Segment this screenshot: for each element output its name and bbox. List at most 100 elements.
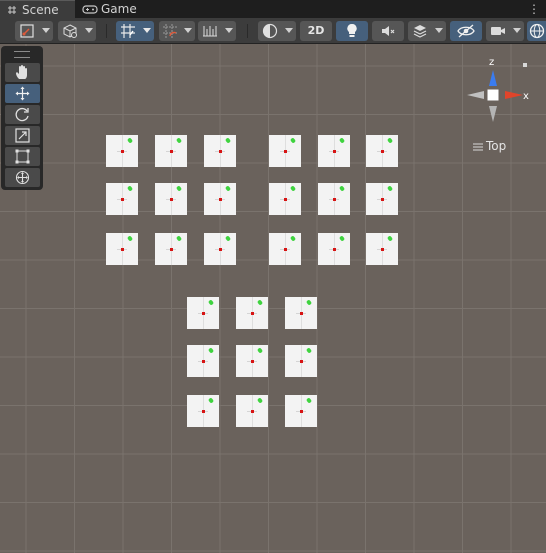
view-label[interactable]: Top	[486, 139, 506, 153]
sprite-object[interactable]	[285, 297, 317, 329]
move-tool-button[interactable]	[5, 84, 40, 103]
chevron-down-icon	[42, 28, 50, 33]
camera-button[interactable]	[486, 21, 524, 41]
sprite-green-marker	[207, 347, 215, 354]
sprite-object[interactable]	[318, 233, 350, 265]
sprite-pivot-marker	[381, 248, 384, 251]
sprite-object[interactable]	[187, 345, 219, 377]
neg-z-axis-cone[interactable]	[489, 106, 497, 122]
sprite-object[interactable]	[155, 183, 187, 215]
audio-icon	[382, 26, 395, 36]
sprite-green-marker	[386, 235, 394, 242]
center-cube[interactable]	[487, 89, 499, 101]
object-visibility-icon	[63, 24, 77, 38]
toolbar-separator	[247, 24, 248, 38]
sprite-green-marker	[126, 137, 134, 144]
chevron-down-icon	[285, 28, 293, 33]
sprite-object[interactable]	[106, 183, 138, 215]
ruler-button[interactable]	[198, 21, 236, 41]
scene-visibility-button[interactable]	[450, 21, 482, 41]
hash-icon	[8, 6, 16, 14]
sprite-object[interactable]	[269, 183, 301, 215]
scale-tool-button[interactable]	[5, 126, 40, 145]
sprite-green-marker	[289, 235, 297, 242]
x-axis-label: x	[523, 91, 529, 102]
sprite-object[interactable]	[106, 233, 138, 265]
sprite-object[interactable]	[155, 233, 187, 265]
sprite-object[interactable]	[204, 233, 236, 265]
grid-snap-button[interactable]	[116, 21, 154, 41]
sprite-object[interactable]	[204, 135, 236, 167]
sprite-green-marker	[224, 235, 232, 242]
sprite-object[interactable]	[187, 395, 219, 427]
gamepad-icon	[82, 5, 98, 14]
lighting-icon	[347, 23, 357, 37]
sprite-green-marker	[224, 185, 232, 192]
scene-gizmo-button[interactable]	[527, 21, 546, 41]
sprite-object[interactable]	[318, 183, 350, 215]
sprite-green-marker	[305, 299, 313, 306]
sprite-object[interactable]	[318, 135, 350, 167]
z-axis-label: z	[489, 57, 494, 68]
sprite-pivot-marker	[300, 312, 303, 315]
transform-icon	[15, 170, 30, 185]
rect-tool-button[interactable]	[5, 147, 40, 166]
audio-button[interactable]	[372, 21, 404, 41]
increment-snap-button[interactable]	[159, 21, 195, 41]
shading-mode-button[interactable]	[258, 21, 296, 41]
effects-button[interactable]	[408, 21, 446, 41]
camera-icon	[491, 27, 505, 35]
gizmo-transform-button[interactable]	[15, 21, 53, 41]
sprite-object[interactable]	[269, 233, 301, 265]
more-options-icon[interactable]: ⋮	[528, 1, 540, 17]
hand-tool-button[interactable]	[5, 63, 40, 82]
neg-x-axis-cone[interactable]	[467, 91, 484, 99]
object-visibility-button[interactable]	[58, 21, 96, 41]
sprite-pivot-marker	[333, 150, 336, 153]
sprite-object[interactable]	[187, 297, 219, 329]
scene-gizmo-icon	[529, 23, 545, 39]
lighting-button[interactable]	[336, 21, 368, 41]
tab-game[interactable]: Game	[76, 0, 146, 18]
sprite-object[interactable]	[236, 345, 268, 377]
y-axis-marker[interactable]	[523, 63, 527, 67]
sprite-object[interactable]	[366, 135, 398, 167]
menu-lines-icon[interactable]	[473, 143, 483, 151]
sprite-green-marker	[289, 185, 297, 192]
sprite-pivot-marker	[300, 360, 303, 363]
rotate-icon	[15, 107, 29, 122]
rotate-tool-button[interactable]	[5, 105, 40, 124]
sprite-object[interactable]	[236, 395, 268, 427]
sprite-object[interactable]	[155, 135, 187, 167]
sprite-object[interactable]	[204, 183, 236, 215]
sprite-object[interactable]	[269, 135, 301, 167]
sprite-pivot-marker	[284, 198, 287, 201]
sprite-pivot-marker	[300, 410, 303, 413]
sprite-pivot-marker	[284, 248, 287, 251]
sprite-object[interactable]	[106, 135, 138, 167]
z-axis-cone[interactable]	[489, 70, 497, 86]
tab-scene[interactable]: Scene	[0, 0, 75, 18]
sprite-pivot-marker	[333, 248, 336, 251]
transform-tool-button[interactable]	[5, 168, 40, 187]
sprite-object[interactable]	[236, 297, 268, 329]
sprite-pivot-marker	[251, 410, 254, 413]
chevron-down-icon	[225, 28, 233, 33]
sprite-pivot-marker	[219, 248, 222, 251]
sprite-pivot-marker	[251, 312, 254, 315]
hand-icon	[16, 65, 27, 79]
2d-mode-button[interactable]: 2D	[300, 21, 332, 41]
sprite-green-marker	[338, 235, 346, 242]
effects-icon	[413, 25, 427, 38]
sprite-object[interactable]	[285, 345, 317, 377]
x-axis-cone[interactable]	[505, 91, 523, 99]
drag-handle[interactable]	[14, 51, 30, 58]
sprite-object[interactable]	[285, 395, 317, 427]
sprite-object[interactable]	[366, 183, 398, 215]
chevron-down-icon	[184, 28, 192, 33]
sprite-green-marker	[338, 185, 346, 192]
orientation-gizmo[interactable]: z x	[460, 52, 540, 132]
sprite-object[interactable]	[366, 233, 398, 265]
scene-toolbar: 2D	[0, 18, 546, 44]
chevron-down-icon	[435, 28, 443, 33]
